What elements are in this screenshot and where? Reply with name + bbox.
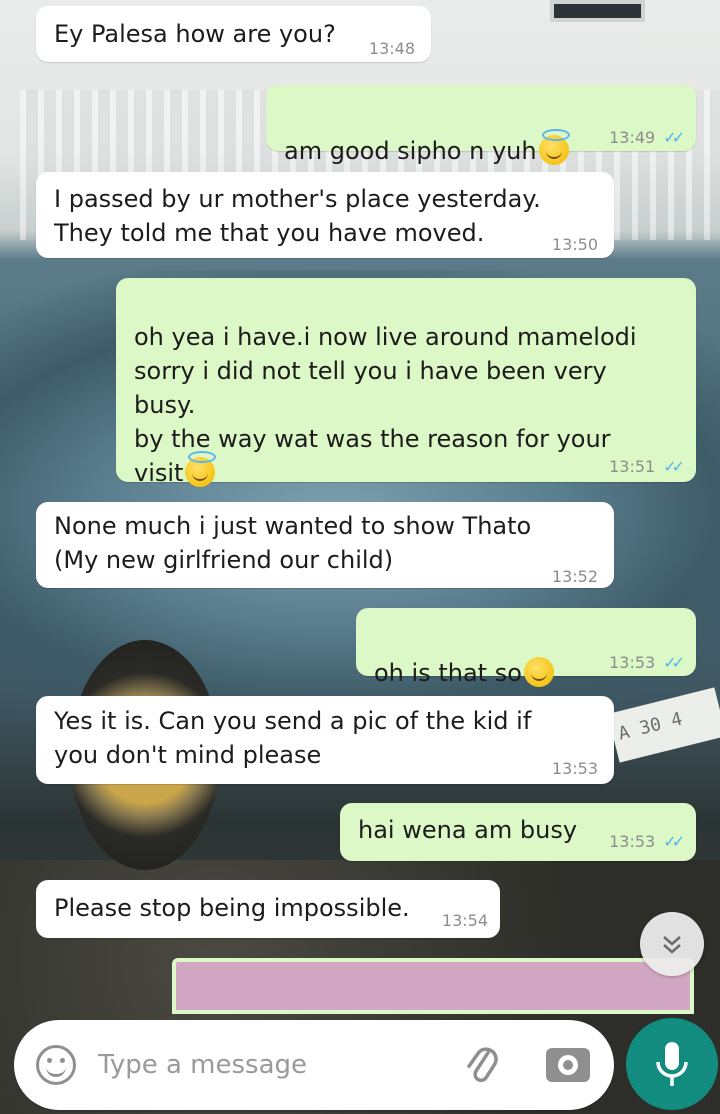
- smiley-icon[interactable]: [36, 1045, 76, 1085]
- message-input[interactable]: [98, 1044, 428, 1086]
- message-time: 13:52: [551, 567, 598, 586]
- read-receipt-icon: ✓✓: [663, 457, 685, 476]
- scroll-to-bottom-button[interactable]: [640, 912, 704, 976]
- double-chevron-down-icon: [663, 936, 681, 954]
- read-receipt-icon: ✓✓: [663, 832, 685, 851]
- message-outgoing[interactable]: oh is that so 13:53 ✓✓: [356, 608, 696, 687]
- message-time: 13:51 ✓✓: [609, 457, 685, 476]
- message-incoming[interactable]: I passed by ur mother's place yesterday.…: [36, 172, 614, 258]
- paperclip-icon[interactable]: [462, 1040, 502, 1090]
- message-text: None much i just wanted to show Thato (M…: [54, 512, 532, 574]
- message-text: Yes it is. Can you send a pic of the kid…: [54, 707, 532, 769]
- message-text: I passed by ur mother's place yesterday.…: [54, 185, 541, 247]
- smiling-face-with-halo-icon: [538, 129, 570, 165]
- message-text: Ey Palesa how are you?: [54, 20, 336, 48]
- message-attachment-preview[interactable]: [172, 958, 694, 1014]
- voice-message-button[interactable]: [626, 1018, 718, 1110]
- microphone-icon: [656, 1042, 688, 1086]
- message-text: am good sipho n yuh: [284, 137, 537, 165]
- camera-icon[interactable]: [546, 1048, 590, 1082]
- message-outgoing[interactable]: oh yea i have.i now live around mamelodi…: [116, 278, 696, 487]
- read-receipt-icon: ✓✓: [663, 653, 685, 672]
- message-incoming[interactable]: Ey Palesa how are you? 13:48: [36, 6, 431, 62]
- message-composer: [14, 1020, 614, 1110]
- message-text: hai wena am busy: [358, 816, 578, 844]
- message-incoming[interactable]: None much i just wanted to show Thato (M…: [36, 502, 614, 588]
- message-outgoing[interactable]: hai wena am busy 13:53 ✓✓: [340, 803, 696, 861]
- smirking-face-icon: [523, 657, 554, 687]
- message-time: 13:50: [551, 235, 598, 254]
- message-list[interactable]: Ey Palesa how are you? 13:48 am good sip…: [0, 0, 720, 1014]
- message-time: 13:53 ✓✓: [609, 653, 685, 672]
- message-incoming[interactable]: Yes it is. Can you send a pic of the kid…: [36, 696, 614, 784]
- message-time: 13:49 ✓✓: [609, 128, 685, 147]
- message-time: 13:48: [368, 39, 415, 58]
- message-time: 13:54: [441, 911, 488, 930]
- message-text: Please stop being impossible.: [54, 894, 410, 922]
- message-text: oh is that so: [374, 659, 522, 687]
- message-outgoing[interactable]: am good sipho n yuh 13:49 ✓✓: [266, 85, 696, 165]
- message-time: 13:53 ✓✓: [609, 832, 685, 851]
- smiling-face-with-halo-icon: [185, 451, 217, 487]
- message-time: 13:53: [551, 759, 598, 778]
- message-incoming[interactable]: Please stop being impossible. 13:54: [36, 880, 500, 938]
- read-receipt-icon: ✓✓: [663, 128, 685, 147]
